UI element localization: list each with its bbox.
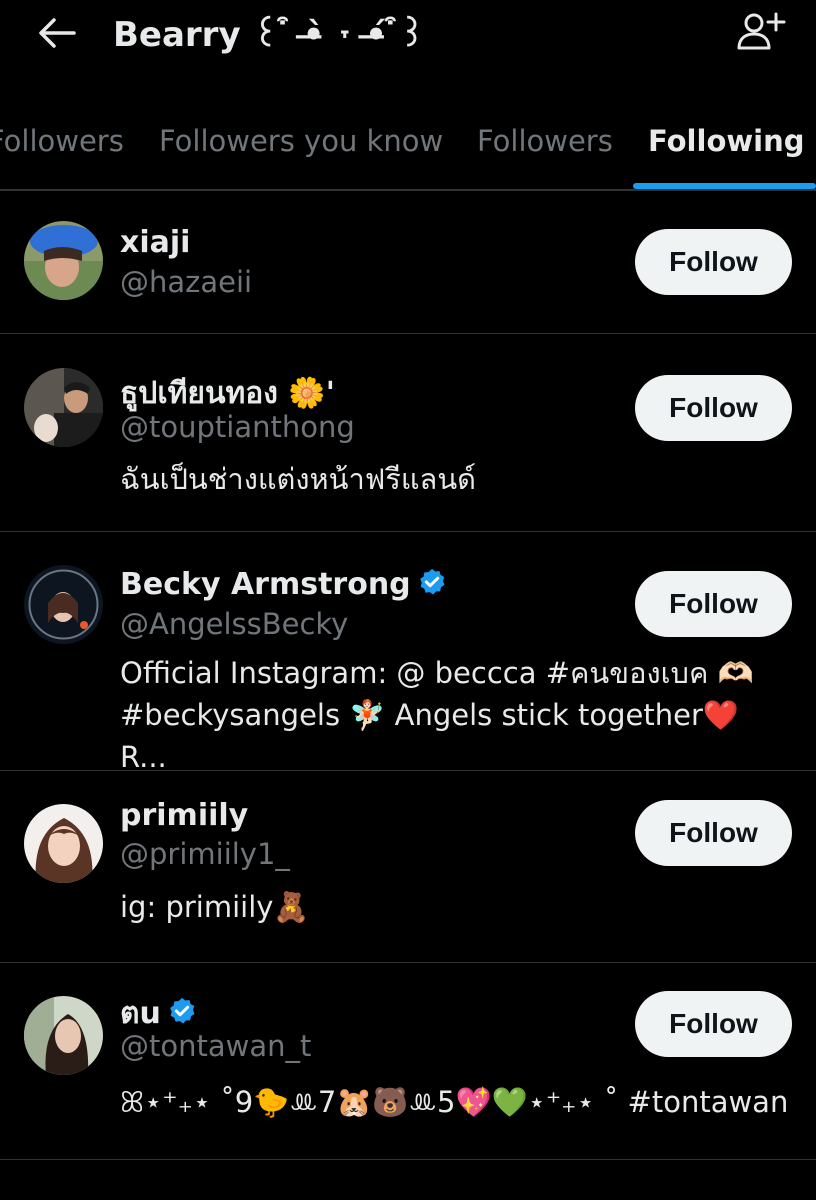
user-name-text: ตu — [120, 996, 161, 1031]
user-handle: @touptianthong — [120, 410, 355, 444]
avatar[interactable] — [24, 221, 103, 300]
list-item-xiaji[interactable]: xiaji @hazaeii Follow — [0, 189, 816, 334]
tab-following[interactable]: Following — [648, 124, 805, 158]
avatar[interactable] — [24, 804, 103, 883]
list-item-tontawan[interactable]: ตu @tontawan_t ꕤ⋆⁺₊⋆ ˚9🐤ꔛ7🐹🐻ꔛ5💖💚⋆⁺₊⋆ ˚ #… — [0, 963, 816, 1160]
avatar[interactable] — [24, 996, 103, 1075]
person-add-icon — [737, 12, 786, 50]
user-name: Becky Armstrong — [120, 567, 447, 602]
avatar-image — [24, 368, 103, 447]
avatar-image — [24, 804, 103, 883]
user-bio: ฉันเป็นช่างแต่งหน้าฟรีแลนด์ — [120, 462, 476, 496]
verified-badge-icon — [419, 568, 445, 595]
tab-followers-you-know[interactable]: Followers you know — [159, 124, 443, 158]
user-handle: @tontawan_t — [120, 1029, 312, 1063]
follow-button[interactable]: Follow — [635, 991, 792, 1057]
avatar-image — [24, 221, 103, 300]
tab-followers-verified[interactable]: Followers — [0, 124, 124, 158]
user-handle: @hazaeii — [120, 265, 253, 299]
list-item-touptianthong[interactable]: ธูปเทียนทอง 🌼' @touptianthong ฉันเป็นช่า… — [0, 334, 816, 532]
follow-button[interactable]: Follow — [635, 571, 792, 637]
user-name-text: Becky Armstrong — [120, 567, 411, 602]
follow-button[interactable]: Follow — [635, 800, 792, 866]
user-bio: ig: primiily🧸 — [120, 890, 310, 924]
add-user-button[interactable] — [736, 10, 786, 52]
avatar-image — [24, 996, 103, 1075]
page-title: Bearry ꒰ ͒ •̶̀ ˕ •̶́ ͒꒱ — [113, 15, 426, 55]
avatar[interactable] — [24, 565, 103, 644]
avatar-image — [24, 565, 103, 644]
follow-button[interactable]: Follow — [635, 375, 792, 441]
user-name: xiaji — [120, 225, 191, 260]
top-bar: Bearry ꒰ ͒ •̶̀ ˕ •̶́ ͒꒱ — [0, 0, 816, 70]
list-item-primiily[interactable]: primiily @primiily1_ ig: primiily🧸 Follo… — [0, 771, 816, 963]
user-handle: @AngelssBecky — [120, 607, 349, 641]
user-name: primiily — [120, 798, 249, 833]
avatar[interactable] — [24, 368, 103, 447]
user-handle: @primiily1_ — [120, 837, 290, 871]
verified-badge-icon — [169, 997, 195, 1024]
back-button[interactable] — [36, 14, 78, 52]
list-item-angelssbecky[interactable]: Becky Armstrong @AngelssBecky Official I… — [0, 532, 816, 774]
tab-followers[interactable]: Followers — [477, 124, 613, 158]
user-bio: ꕤ⋆⁺₊⋆ ˚9🐤ꔛ7🐹🐻ꔛ5💖💚⋆⁺₊⋆ ˚ #tontawan — [120, 1085, 789, 1119]
arrow-left-icon — [39, 18, 76, 48]
user-bio: Official Instagram: @ beccca #คนของเบค 🫶… — [120, 656, 754, 774]
tab-bar: Followers Followers you know Followers F… — [0, 105, 816, 191]
follow-button[interactable]: Follow — [635, 229, 792, 295]
